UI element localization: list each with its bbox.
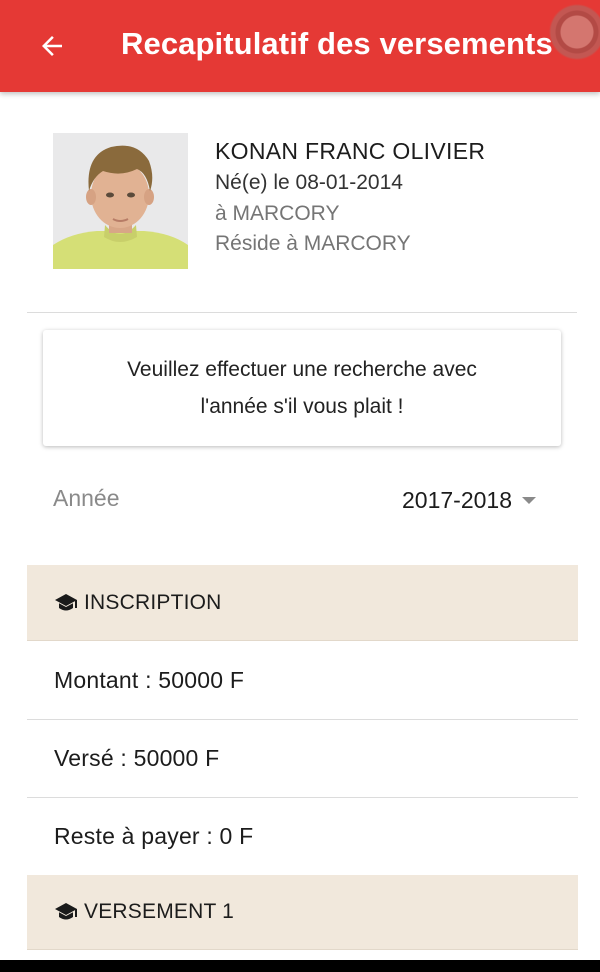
system-nav-bar xyxy=(0,960,600,972)
graduation-cap-icon xyxy=(55,593,77,610)
verse-text: Versé : 50000 F xyxy=(54,744,220,771)
section-title-inscription: INSCRIPTION xyxy=(84,590,222,614)
student-photo xyxy=(53,133,188,269)
graduation-cap-icon xyxy=(55,903,77,920)
list-item-verse: Versé : 50000 F xyxy=(27,719,578,798)
reste-text: Reste à payer : 0 F xyxy=(54,822,254,849)
list-item-reste: Reste à payer : 0 F xyxy=(27,797,578,876)
touch-indicator xyxy=(547,2,600,62)
student-birthdate: Né(e) le 08-01-2014 xyxy=(215,171,403,194)
section-title-versement-1: VERSEMENT 1 xyxy=(84,900,235,923)
search-notice-card: Veuillez effectuer une recherche avec l'… xyxy=(43,330,561,446)
app-bar: Recapitulatif des versements xyxy=(0,0,600,92)
section-header-inscription: INSCRIPTION xyxy=(27,565,578,641)
back-button[interactable] xyxy=(28,24,76,68)
year-label: Année xyxy=(53,485,120,511)
page-title: Recapitulatif des versements xyxy=(121,26,553,61)
divider xyxy=(27,312,577,313)
student-name: KONAN FRANC OLIVIER xyxy=(215,138,486,164)
notice-line-2: l'année s'il vous plait ! xyxy=(200,395,404,418)
arrow-back-icon xyxy=(42,36,62,56)
student-birthplace: à MARCORY xyxy=(215,202,340,225)
year-dropdown[interactable]: 2017-2018 xyxy=(402,484,562,516)
dropdown-caret-icon xyxy=(522,496,536,504)
notice-line-1: Veuillez effectuer une recherche avec xyxy=(127,358,477,381)
section-header-versement-1: VERSEMENT 1 xyxy=(27,875,578,950)
year-selected-value: 2017-2018 xyxy=(402,486,512,513)
student-profile: KONAN FRANC OLIVIER Né(e) le 08-01-2014 … xyxy=(0,92,600,314)
student-residence: Réside à MARCORY xyxy=(215,232,411,255)
montant-text: Montant : 50000 F xyxy=(54,666,245,693)
list-item-montant: Montant : 50000 F xyxy=(27,641,578,720)
